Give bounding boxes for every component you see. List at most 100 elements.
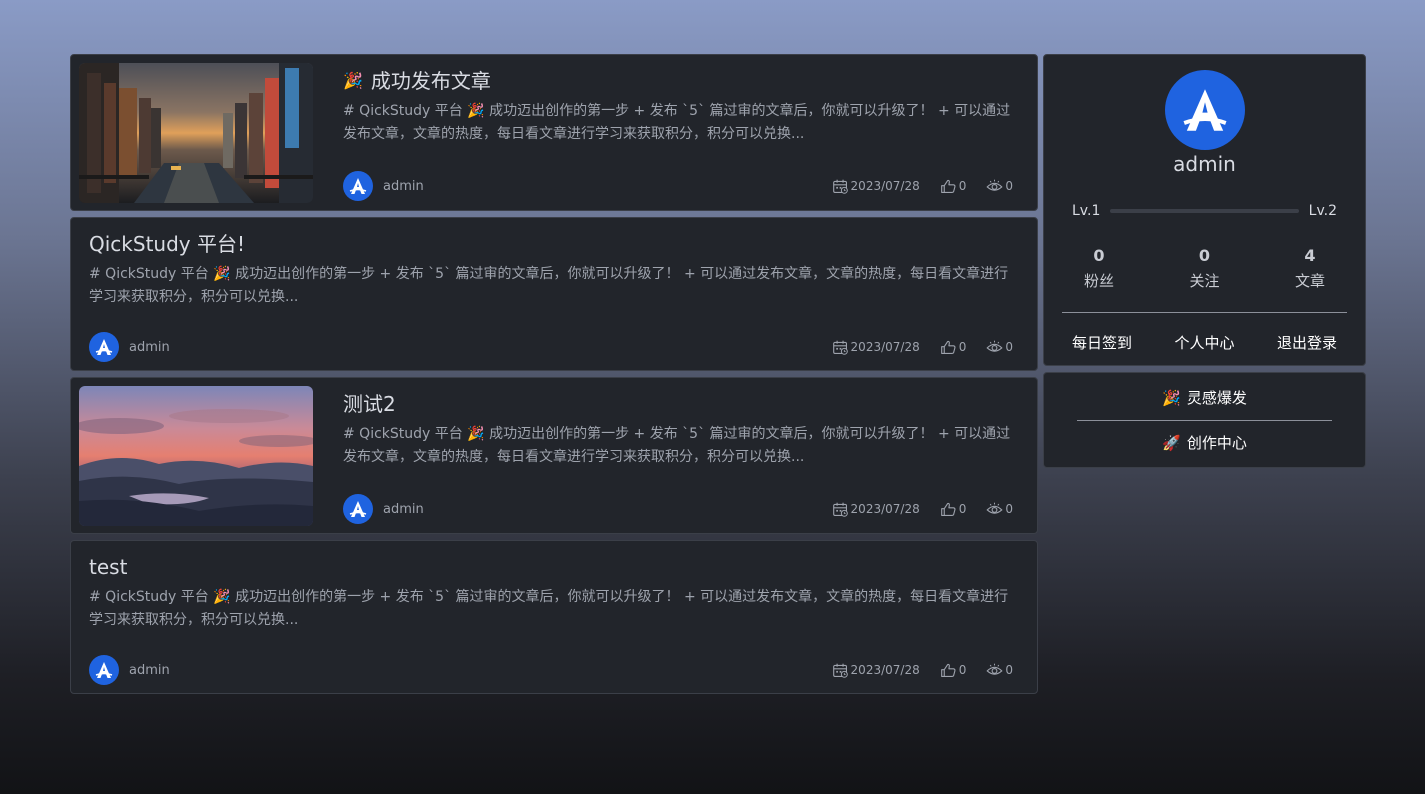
profile-name: admin xyxy=(1173,152,1236,176)
like-button[interactable]: 0 xyxy=(940,339,967,356)
level-current: Lv.1 xyxy=(1072,203,1101,219)
like-button[interactable]: 0 xyxy=(940,501,967,518)
post-title[interactable]: 🎉 成功发布文章 xyxy=(343,67,1013,95)
views: 0 xyxy=(986,501,1013,518)
post-date-text: 2023/07/28 xyxy=(850,340,920,354)
like-count: 0 xyxy=(958,340,967,354)
eye-icon xyxy=(986,178,1003,195)
profile-counts: 0 粉丝 0 关注 4 文章 xyxy=(1064,246,1345,291)
calendar-icon xyxy=(832,501,849,518)
followers-count: 0 xyxy=(1093,246,1105,265)
level-progress: Lv.1 Lv.2 xyxy=(1072,203,1337,219)
divider xyxy=(1062,312,1347,313)
like-count: 0 xyxy=(958,502,967,516)
thumbs-up-icon xyxy=(940,662,957,679)
eye-icon xyxy=(986,501,1003,518)
inspiration-label: 灵感爆发 xyxy=(1186,389,1247,407)
views: 0 xyxy=(986,662,1013,679)
post-date-text: 2023/07/28 xyxy=(850,502,920,516)
post-excerpt: # QickStudy 平台 🎉 成功迈出创作的第一步 + 发布 `5` 篇过审… xyxy=(89,589,1009,628)
post-card[interactable]: QickStudy 平台! # QickStudy 平台 🎉 成功迈出创作的第一… xyxy=(70,217,1038,371)
profile-avatar[interactable] xyxy=(1165,70,1245,150)
thumbs-up-icon xyxy=(940,339,957,356)
post-author[interactable]: admin xyxy=(383,179,424,194)
post-title-text[interactable]: 成功发布文章 xyxy=(371,67,491,95)
post-date: 2023/07/28 xyxy=(832,178,920,195)
party-popper-icon: 🎉 xyxy=(1162,388,1181,407)
post-stats: 2023/07/28 0 0 xyxy=(832,501,1013,518)
post-card[interactable]: 测试2 # QickStudy 平台 🎉 成功迈出创作的第一步 + 发布 `5`… xyxy=(70,377,1038,534)
post-author[interactable]: admin xyxy=(383,502,424,517)
like-button[interactable]: 0 xyxy=(940,178,966,195)
shortcuts-card: 🎉 灵感爆发 🚀 创作中心 xyxy=(1043,372,1366,468)
post-card[interactable]: 🎉 成功发布文章 # QickStudy 平台 🎉 成功迈出创作的第一步 + 发… xyxy=(70,54,1038,211)
city-canal-photo xyxy=(79,63,313,203)
avatar[interactable] xyxy=(343,494,373,524)
post-excerpt: # QickStudy 平台 🎉 成功迈出创作的第一步 + 发布 `5` 篇过审… xyxy=(89,266,1009,305)
post-date-text: 2023/07/28 xyxy=(850,663,920,677)
calendar-icon xyxy=(832,339,849,356)
like-count: 0 xyxy=(958,663,967,677)
post-title[interactable]: test xyxy=(89,553,1013,581)
personal-center-button[interactable]: 个人中心 xyxy=(1174,332,1234,353)
articles-label: 文章 xyxy=(1294,272,1325,290)
avatar[interactable] xyxy=(343,171,373,201)
post-stats: 2023/07/28 0 0 xyxy=(832,339,1013,356)
post-title-text[interactable]: 测试2 xyxy=(343,390,396,418)
logout-button[interactable]: 退出登录 xyxy=(1277,332,1337,353)
followers-label: 粉丝 xyxy=(1083,272,1114,290)
post-title-text[interactable]: QickStudy 平台! xyxy=(89,230,245,258)
thumbs-up-icon xyxy=(940,501,957,518)
following-count: 0 xyxy=(1198,246,1211,265)
post-meta: admin 2023/07/28 0 0 xyxy=(343,494,1013,524)
eye-icon xyxy=(986,662,1003,679)
articles-stat[interactable]: 4 文章 xyxy=(1275,246,1345,291)
inspiration-link[interactable]: 🎉 灵感爆发 xyxy=(1044,387,1365,408)
view-count: 0 xyxy=(1005,340,1013,354)
post-author[interactable]: admin xyxy=(129,340,170,355)
creation-center-link[interactable]: 🚀 创作中心 xyxy=(1044,432,1365,453)
calendar-icon xyxy=(832,662,849,679)
post-date: 2023/07/28 xyxy=(832,662,920,679)
post-title-text[interactable]: test xyxy=(89,553,127,581)
like-button[interactable]: 0 xyxy=(940,662,967,679)
sunset-landscape-photo xyxy=(79,386,313,526)
post-card[interactable]: test # QickStudy 平台 🎉 成功迈出创作的第一步 + 发布 `5… xyxy=(70,540,1038,694)
level-bar xyxy=(1110,209,1299,213)
view-count: 0 xyxy=(1005,663,1013,677)
avatar[interactable] xyxy=(89,655,119,685)
post-excerpt: # QickStudy 平台 🎉 成功迈出创作的第一步 + 发布 `5` 篇过审… xyxy=(343,103,1011,142)
creation-center-label: 创作中心 xyxy=(1186,434,1247,452)
post-body: 测试2 # QickStudy 平台 🎉 成功迈出创作的第一步 + 发布 `5`… xyxy=(343,378,1013,524)
articles-count: 4 xyxy=(1304,246,1316,265)
post-date: 2023/07/28 xyxy=(832,501,920,518)
post-meta: admin 2023/07/28 0 0 xyxy=(89,655,1013,685)
post-title[interactable]: QickStudy 平台! xyxy=(89,230,1013,258)
post-date-text: 2023/07/28 xyxy=(850,179,920,193)
post-author[interactable]: admin xyxy=(129,663,170,678)
post-thumbnail[interactable] xyxy=(79,63,313,203)
view-count: 0 xyxy=(1005,502,1013,516)
views: 0 xyxy=(986,339,1013,356)
calendar-icon xyxy=(832,178,849,195)
daily-checkin-button[interactable]: 每日签到 xyxy=(1072,332,1132,353)
level-next: Lv.2 xyxy=(1308,203,1337,219)
following-label: 关注 xyxy=(1189,272,1220,290)
eye-icon xyxy=(986,339,1003,356)
following-stat[interactable]: 0 关注 xyxy=(1170,246,1240,291)
post-thumbnail[interactable] xyxy=(79,386,313,526)
post-meta: admin 2023/07/28 0 0 xyxy=(343,171,1013,201)
divider xyxy=(1077,420,1332,421)
post-date: 2023/07/28 xyxy=(832,339,920,356)
rocket-icon: 🚀 xyxy=(1162,433,1181,452)
thumbs-up-icon xyxy=(940,178,957,195)
profile-actions: 每日签到 个人中心 退出登录 xyxy=(1058,332,1351,353)
avatar[interactable] xyxy=(89,332,119,362)
party-popper-icon: 🎉 xyxy=(343,71,363,90)
post-body: test # QickStudy 平台 🎉 成功迈出创作的第一步 + 发布 `5… xyxy=(89,541,1013,685)
post-title[interactable]: 测试2 xyxy=(343,390,1013,418)
post-body: QickStudy 平台! # QickStudy 平台 🎉 成功迈出创作的第一… xyxy=(89,218,1013,362)
followers-stat[interactable]: 0 粉丝 xyxy=(1064,246,1134,291)
view-count: 0 xyxy=(1005,179,1013,193)
views: 0 xyxy=(986,178,1013,195)
